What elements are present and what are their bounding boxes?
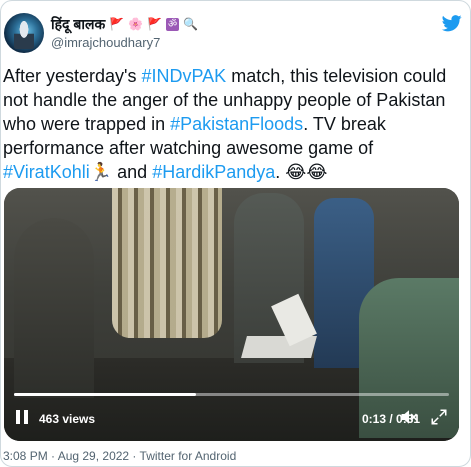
avatar[interactable]: [4, 13, 44, 53]
tweet-text-segment-laughing-emojis: . 😂😂: [275, 162, 328, 182]
video-controls: 463 views 0:13 / 0:31: [4, 404, 459, 432]
tweet-text-segment: After yesterday's: [3, 66, 142, 86]
red-flag-emoji: 🚩: [109, 17, 125, 31]
hashtag-pakistanfloods-link[interactable]: #PakistanFloods: [170, 114, 303, 134]
red-flag-emoji-2: 🚩: [147, 17, 163, 31]
twitter-bird-icon[interactable]: [441, 13, 463, 33]
flower-emoji: 🌸: [128, 17, 144, 31]
video-progress-fill: [14, 393, 197, 396]
view-count: 463 views: [39, 412, 96, 426]
fullscreen-icon[interactable]: [430, 408, 448, 426]
video-frame-broken-tv: [241, 336, 317, 358]
video-progress-bar[interactable]: [14, 393, 449, 396]
hashtag-hardikpandya-link[interactable]: #HardikPandya: [152, 162, 275, 182]
tweet-text: After yesterday's #INDvPAK match, this t…: [3, 64, 463, 184]
author-name-row[interactable]: हिंदू बालक 🚩 🌸 🚩 ॐ 🔍: [51, 15, 198, 33]
video-frame-striped-shirt: [112, 188, 222, 338]
avatar-figure: [14, 21, 34, 49]
om-emoji: ॐ: [166, 17, 180, 31]
hashtag-indvpak-link[interactable]: #INDvPAK: [142, 66, 227, 86]
author-handle[interactable]: @imrajchoudhary7: [51, 35, 160, 50]
tweet-meta[interactable]: 3:08 PM · Aug 29, 2022 · Twitter for And…: [3, 449, 236, 463]
video-frame-person: [14, 218, 94, 398]
video-player[interactable]: 463 views 0:13 / 0:31: [4, 188, 459, 441]
volume-muted-icon[interactable]: [400, 409, 418, 425]
tweet-text-segment: and: [112, 162, 153, 182]
running-emoji: 🏃: [89, 162, 113, 182]
author-display-name[interactable]: हिंदू बालक: [51, 15, 105, 34]
pause-icon[interactable]: [16, 410, 28, 424]
hashtag-viratkohli-link[interactable]: #ViratKohli: [3, 162, 90, 182]
magnifier-emoji: 🔍: [183, 17, 199, 31]
tweet-card: हिंदू बालक 🚩 🌸 🚩 ॐ 🔍 @imrajchoudhary7 Af…: [0, 0, 471, 467]
